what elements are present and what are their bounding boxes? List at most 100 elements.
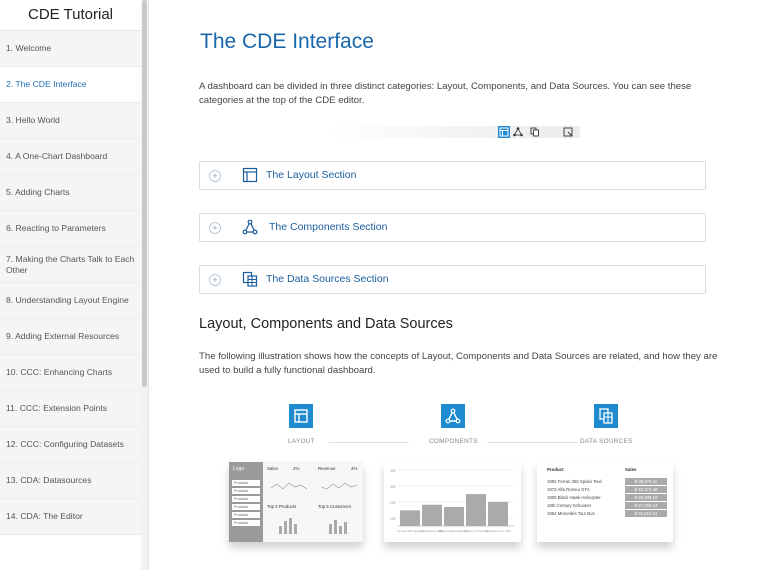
components-section-label: The Components Section — [269, 221, 388, 233]
mini-bar-chart — [329, 520, 347, 534]
list-item: Products — [232, 520, 260, 526]
table-cell-product: 1972 Alfa Romeo GTA — [547, 487, 590, 492]
table-cell-product: 1964 Mercedes Tour Bus — [547, 511, 595, 516]
sidebar-item-layout-engine[interactable]: 8. Understanding Layout Engine — [0, 283, 141, 319]
editor-toolbar-preview — [330, 126, 580, 138]
table-row: 18th Century Schooner $ 27,255.13 — [547, 502, 667, 510]
logo-text: Logo — [233, 466, 245, 472]
top-products-label: Top 5 Products — [267, 504, 297, 509]
layout-label: LAYOUT — [288, 438, 315, 445]
list-item: Products — [232, 496, 260, 502]
sidebar-scrollbar[interactable] — [141, 0, 149, 570]
main-content: The CDE Interface A dashboard can be div… — [150, 0, 757, 570]
list-item: Products — [232, 512, 260, 518]
component-bar-chart: 400 300 200 100 Ferrari 360 Spyder Alfa … — [390, 469, 514, 533]
layout-icon — [498, 126, 510, 138]
table-cell-product: 1992 Ferrari 360 Spider Red — [547, 479, 602, 484]
scrollbar-thumb[interactable] — [142, 0, 147, 387]
sales-label: Sales — [267, 466, 278, 471]
sales-change: 2% — [293, 466, 300, 471]
datasources-section-label: The Data Sources Section — [266, 273, 389, 285]
table-header-product: Product — [547, 467, 564, 472]
components-icon — [242, 219, 258, 235]
datasources-section-accordion[interactable]: + The Data Sources Section — [199, 265, 706, 294]
table-row: 1964 Mercedes Tour Bus $ 31,612.41 — [547, 510, 667, 518]
expand-icon[interactable]: + — [209, 222, 221, 234]
table-cell-product: 1900 Black Hawk Helicopter — [547, 495, 601, 500]
table-cell-sales: $ 31,612.41 — [625, 510, 667, 517]
sidebar-item-welcome[interactable]: 1. Welcome — [0, 31, 141, 67]
layout-icon — [289, 404, 313, 428]
expand-icon[interactable]: + — [209, 170, 221, 182]
illustration-paragraph: The following illustration shows how the… — [199, 351, 718, 376]
revenue-label: Revenue — [318, 466, 336, 471]
expand-icon[interactable]: + — [209, 274, 221, 286]
datasources-icon — [529, 126, 541, 138]
components-card: 400 300 200 100 Ferrari 360 Spyder Alfa … — [384, 462, 521, 542]
sidebar-item-cda-datasources[interactable]: 13. CDA: Datasources — [0, 463, 141, 499]
cde-illustration: LAYOUT COMPONENTS DATA SOURCES Logo Prod… — [229, 400, 679, 550]
sidebar-item-adding-charts[interactable]: 5. Adding Charts — [0, 175, 141, 211]
table-cell-sales: $ 42,372.48 — [625, 486, 667, 493]
sidebar: CDE Tutorial 1. Welcome 2. The CDE Inter… — [0, 0, 142, 570]
components-icon — [512, 126, 524, 138]
data-table: 1992 Ferrari 360 Spider Red $ 36,274.11 … — [547, 478, 667, 518]
datasources-icon — [594, 404, 618, 428]
intro-paragraph: A dashboard can be divided in three dist… — [199, 81, 692, 106]
chart-bar — [400, 510, 420, 526]
x-tick-label: Mercedes Tour Bus — [485, 529, 511, 533]
components-section-accordion[interactable]: + The Components Section — [199, 213, 706, 242]
top-customers-label: Top 5 Customers — [318, 504, 352, 509]
revenue-change: 4% — [351, 466, 358, 471]
chart-bar — [466, 494, 486, 526]
sparkline — [271, 482, 307, 490]
layout-section-label: The Layout Section — [266, 169, 357, 181]
sidebar-item-cde-interface[interactable]: 2. The CDE Interface — [0, 67, 141, 103]
list-item: Products — [232, 488, 260, 494]
table-header-sales: Sales — [625, 467, 637, 472]
layout-icon — [242, 167, 258, 183]
sidebar-item-cda-editor[interactable]: 14. CDA: The Editor — [0, 499, 141, 535]
list-item: Products — [232, 480, 260, 486]
sidebar-item-external-resources[interactable]: 9. Adding External Resources — [0, 319, 141, 355]
table-cell-sales: $ 27,255.13 — [625, 502, 667, 509]
preview-icon — [562, 126, 574, 138]
components-label: COMPONENTS — [429, 438, 478, 445]
layout-card: Logo Products Products Products Products… — [229, 462, 363, 542]
y-tick-label: 400 — [390, 469, 396, 473]
chart-bar — [488, 501, 508, 526]
x-tick-label: Ferrari 360 Spyder — [397, 529, 422, 533]
section-title: Layout, Components and Data Sources — [199, 316, 453, 332]
chart-bar — [422, 504, 442, 526]
list-item: Products — [232, 504, 260, 510]
sidebar-item-one-chart-dashboard[interactable]: 4. A One-Chart Dashboard — [0, 139, 141, 175]
table-row: 1972 Alfa Romeo GTA $ 42,372.48 — [547, 486, 667, 494]
y-tick-label: 300 — [390, 485, 396, 489]
datasources-card: Product Sales 1992 Ferrari 360 Spider Re… — [537, 462, 673, 542]
sidebar-item-ccc-configuring-datasets[interactable]: 12. CCC: Configuring Datasets — [0, 427, 141, 463]
sidebar-item-reacting-to-parameters[interactable]: 6. Reacting to Parameters — [0, 211, 141, 247]
y-tick-label: 100 — [390, 517, 396, 521]
datasources-icon — [242, 271, 258, 287]
products-list: Products Products Products Products Prod… — [232, 480, 260, 528]
mini-bar-chart — [279, 518, 297, 534]
layout-section-accordion[interactable]: + The Layout Section — [199, 161, 706, 190]
table-cell-product: 18th Century Schooner — [547, 503, 592, 508]
sidebar-item-ccc-enhancing-charts[interactable]: 10. CCC: Enhancing Charts — [0, 355, 141, 391]
chart-bar — [444, 506, 464, 526]
y-tick-label: 200 — [390, 501, 396, 505]
connector-line — [487, 442, 577, 443]
table-row: 1992 Ferrari 360 Spider Red $ 36,274.11 — [547, 478, 667, 486]
sidebar-item-hello-world[interactable]: 3. Hello World — [0, 103, 141, 139]
sparkline — [321, 482, 357, 490]
sidebar-item-charts-talk[interactable]: 7. Making the Charts Talk to Each Other — [0, 247, 141, 283]
table-cell-sales: $ 28,008.10 — [625, 494, 667, 501]
sidebar-title: CDE Tutorial — [0, 0, 141, 31]
connector-line — [329, 442, 409, 443]
components-icon — [441, 404, 465, 428]
table-row: 1900 Black Hawk Helicopter $ 28,008.10 — [547, 494, 667, 502]
datasources-label: DATA SOURCES — [580, 438, 633, 445]
page-title: The CDE Interface — [200, 30, 374, 53]
table-cell-sales: $ 36,274.11 — [625, 478, 667, 485]
sidebar-item-ccc-extension-points[interactable]: 11. CCC: Extension Points — [0, 391, 141, 427]
